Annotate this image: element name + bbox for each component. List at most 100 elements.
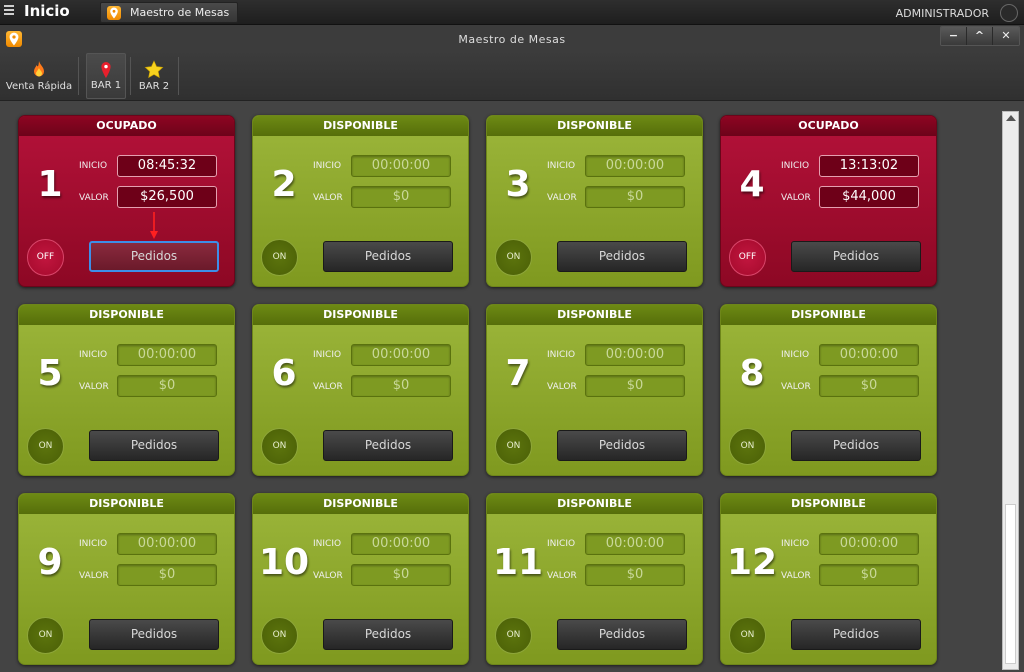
table-card-12[interactable]: DISPONIBLE 12 INICIO 00:00:00 VALOR $0 ON Pedid… <box>720 493 937 665</box>
map-pin-icon <box>107 6 121 20</box>
table-card-4[interactable]: OCUPADO 4 INICIO 13:13:02 VALOR $44,000 OFF Ped… <box>720 115 937 287</box>
table-number: 7 <box>505 353 531 394</box>
orders-button[interactable]: Pedidos <box>557 430 687 461</box>
toolbar-divider <box>130 57 131 95</box>
value-label: VALOR <box>547 571 577 581</box>
status-badge: DISPONIBLE <box>19 494 234 514</box>
on-off-toggle[interactable]: ON <box>729 428 766 465</box>
avatar[interactable] <box>1000 4 1018 22</box>
start-time-field: 00:00:00 <box>117 344 217 366</box>
on-off-toggle[interactable]: ON <box>495 617 532 654</box>
table-card-1[interactable]: OCUPADO 1 INICIO 08:45:32 VALOR $26,500 OFF Ped… <box>18 115 235 287</box>
tool-label: Venta Rápida <box>5 81 73 92</box>
start-time-field: 00:00:00 <box>117 533 217 555</box>
table-card-10[interactable]: DISPONIBLE 10 INICIO 00:00:00 VALOR $0 ON Pedid… <box>252 493 469 665</box>
value-field: $0 <box>117 375 217 397</box>
value-label: VALOR <box>781 193 811 203</box>
on-off-toggle[interactable]: ON <box>495 239 532 276</box>
user-name[interactable]: ADMINISTRADOR <box>896 7 989 20</box>
table-number: 12 <box>727 542 778 583</box>
table-number: 9 <box>37 542 63 583</box>
on-off-toggle[interactable]: ON <box>261 239 298 276</box>
on-off-toggle[interactable]: ON <box>495 428 532 465</box>
start-label: INICIO <box>547 539 576 549</box>
orders-button[interactable]: Pedidos <box>323 619 453 650</box>
table-card-11[interactable]: DISPONIBLE 11 INICIO 00:00:00 VALOR $0 ON Pedid… <box>486 493 703 665</box>
start-time-field: 00:00:00 <box>585 533 685 555</box>
maximize-button[interactable]: ^ <box>967 27 993 45</box>
orders-button[interactable]: Pedidos <box>791 619 921 650</box>
table-card-5[interactable]: DISPONIBLE 5 INICIO 00:00:00 VALOR $0 ON Pedido… <box>18 304 235 476</box>
scroll-up-icon[interactable] <box>1006 115 1016 121</box>
start-label: INICIO <box>79 161 108 171</box>
value-label: VALOR <box>313 382 343 392</box>
orders-button[interactable]: Pedidos <box>89 430 219 461</box>
value-field: $0 <box>351 564 451 586</box>
start-time-field: 13:13:02 <box>819 155 919 177</box>
tool-label: BAR 1 <box>90 80 122 91</box>
scroll-thumb[interactable] <box>1005 504 1016 664</box>
window-controls: − ^ ✕ <box>940 26 1020 46</box>
value-label: VALOR <box>547 193 577 203</box>
table-number: 11 <box>493 542 544 583</box>
value-label: VALOR <box>79 571 109 581</box>
on-off-toggle[interactable]: OFF <box>27 239 64 276</box>
tool-bar-1[interactable]: BAR 1 <box>86 53 126 99</box>
start-label: INICIO <box>79 539 108 549</box>
table-number: 6 <box>271 353 297 394</box>
start-time-field: 00:00:00 <box>585 344 685 366</box>
table-card-6[interactable]: DISPONIBLE 6 INICIO 00:00:00 VALOR $0 ON Pedido… <box>252 304 469 476</box>
orders-button[interactable]: Pedidos <box>557 619 687 650</box>
taskbar-tab-maestro-de-mesas[interactable]: Maestro de Mesas <box>100 2 238 23</box>
value-field: $44,000 <box>819 186 919 208</box>
start-label: INICIO <box>781 350 810 360</box>
orders-button[interactable]: Pedidos <box>323 430 453 461</box>
start-label: INICIO <box>313 350 342 360</box>
taskbar: Inicio Maestro de Mesas ADMINISTRADOR <box>0 0 1024 25</box>
status-badge: DISPONIBLE <box>253 494 468 514</box>
status-badge: DISPONIBLE <box>253 116 468 136</box>
menu-icon[interactable] <box>4 5 14 19</box>
value-label: VALOR <box>313 193 343 203</box>
home-button[interactable]: Inicio <box>24 2 70 20</box>
toolbar-divider <box>78 57 79 95</box>
value-label: VALOR <box>781 382 811 392</box>
start-label: INICIO <box>547 161 576 171</box>
table-card-8[interactable]: DISPONIBLE 8 INICIO 00:00:00 VALOR $0 ON Pedido… <box>720 304 937 476</box>
on-off-toggle[interactable]: ON <box>27 617 64 654</box>
status-badge: DISPONIBLE <box>487 494 702 514</box>
flame-icon <box>32 60 46 82</box>
close-button[interactable]: ✕ <box>993 27 1019 45</box>
orders-button[interactable]: Pedidos <box>89 241 219 272</box>
on-off-toggle[interactable]: ON <box>27 428 64 465</box>
on-off-toggle[interactable]: ON <box>261 428 298 465</box>
status-badge: DISPONIBLE <box>253 305 468 325</box>
table-card-2[interactable]: DISPONIBLE 2 INICIO 00:00:00 VALOR $0 ON Pedido… <box>252 115 469 287</box>
value-label: VALOR <box>547 382 577 392</box>
tool-venta-rapida[interactable]: Venta Rápida <box>4 53 74 99</box>
value-label: VALOR <box>79 382 109 392</box>
table-card-7[interactable]: DISPONIBLE 7 INICIO 00:00:00 VALOR $0 ON Pedido… <box>486 304 703 476</box>
table-number: 4 <box>739 164 765 205</box>
value-field: $0 <box>585 186 685 208</box>
start-label: INICIO <box>79 350 108 360</box>
minimize-button[interactable]: − <box>941 27 967 45</box>
start-label: INICIO <box>313 539 342 549</box>
tool-bar-2[interactable]: BAR 2 <box>134 53 174 99</box>
on-off-toggle[interactable]: ON <box>261 617 298 654</box>
on-off-toggle[interactable]: ON <box>729 617 766 654</box>
orders-button[interactable]: Pedidos <box>89 619 219 650</box>
table-card-9[interactable]: DISPONIBLE 9 INICIO 00:00:00 VALOR $0 ON Pedido… <box>18 493 235 665</box>
table-card-3[interactable]: DISPONIBLE 3 INICIO 00:00:00 VALOR $0 ON Pedido… <box>486 115 703 287</box>
window-title: Maestro de Mesas <box>458 33 566 46</box>
on-off-toggle[interactable]: OFF <box>729 239 766 276</box>
value-field: $26,500 <box>117 186 217 208</box>
orders-button[interactable]: Pedidos <box>557 241 687 272</box>
orders-button[interactable]: Pedidos <box>791 430 921 461</box>
value-label: VALOR <box>313 571 343 581</box>
orders-button[interactable]: Pedidos <box>323 241 453 272</box>
vertical-scrollbar[interactable] <box>1002 111 1019 670</box>
status-badge: OCUPADO <box>721 116 936 136</box>
orders-button[interactable]: Pedidos <box>791 241 921 272</box>
value-label: VALOR <box>781 571 811 581</box>
